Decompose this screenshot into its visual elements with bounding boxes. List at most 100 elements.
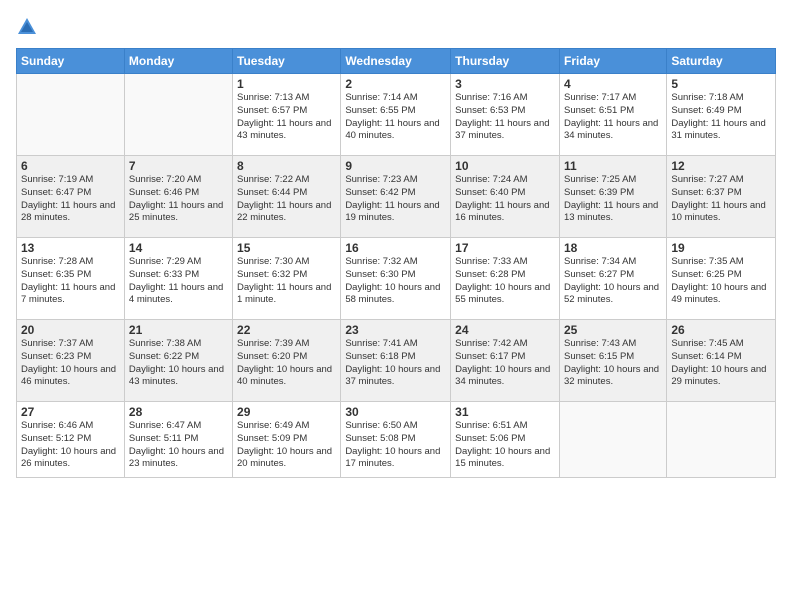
day-number: 28 [129, 405, 228, 419]
day-number: 20 [21, 323, 120, 337]
day-info: Sunrise: 7:35 AM Sunset: 6:25 PM Dayligh… [671, 256, 771, 307]
day-number: 31 [455, 405, 555, 419]
week-row-3: 13Sunrise: 7:28 AM Sunset: 6:35 PM Dayli… [17, 238, 776, 320]
day-info: Sunrise: 7:23 AM Sunset: 6:42 PM Dayligh… [345, 174, 446, 225]
day-number: 26 [671, 323, 771, 337]
day-number: 15 [237, 241, 336, 255]
day-info: Sunrise: 7:16 AM Sunset: 6:53 PM Dayligh… [455, 92, 555, 143]
day-number: 25 [564, 323, 662, 337]
calendar-cell: 1Sunrise: 7:13 AM Sunset: 6:57 PM Daylig… [233, 74, 341, 156]
day-number: 24 [455, 323, 555, 337]
calendar-cell [559, 402, 666, 478]
calendar-cell: 25Sunrise: 7:43 AM Sunset: 6:15 PM Dayli… [559, 320, 666, 402]
calendar-cell: 28Sunrise: 6:47 AM Sunset: 5:11 PM Dayli… [124, 402, 232, 478]
day-info: Sunrise: 7:34 AM Sunset: 6:27 PM Dayligh… [564, 256, 662, 307]
day-info: Sunrise: 7:45 AM Sunset: 6:14 PM Dayligh… [671, 338, 771, 389]
day-info: Sunrise: 7:33 AM Sunset: 6:28 PM Dayligh… [455, 256, 555, 307]
calendar-cell: 8Sunrise: 7:22 AM Sunset: 6:44 PM Daylig… [233, 156, 341, 238]
day-info: Sunrise: 7:22 AM Sunset: 6:44 PM Dayligh… [237, 174, 336, 225]
day-info: Sunrise: 7:27 AM Sunset: 6:37 PM Dayligh… [671, 174, 771, 225]
day-number: 19 [671, 241, 771, 255]
calendar-cell: 17Sunrise: 7:33 AM Sunset: 6:28 PM Dayli… [451, 238, 560, 320]
day-info: Sunrise: 7:29 AM Sunset: 6:33 PM Dayligh… [129, 256, 228, 307]
calendar-cell: 20Sunrise: 7:37 AM Sunset: 6:23 PM Dayli… [17, 320, 125, 402]
weekday-header-friday: Friday [559, 49, 666, 74]
calendar-cell: 4Sunrise: 7:17 AM Sunset: 6:51 PM Daylig… [559, 74, 666, 156]
day-info: Sunrise: 7:24 AM Sunset: 6:40 PM Dayligh… [455, 174, 555, 225]
calendar-cell: 11Sunrise: 7:25 AM Sunset: 6:39 PM Dayli… [559, 156, 666, 238]
day-number: 1 [237, 77, 336, 91]
day-number: 18 [564, 241, 662, 255]
calendar-cell [17, 74, 125, 156]
week-row-2: 6Sunrise: 7:19 AM Sunset: 6:47 PM Daylig… [17, 156, 776, 238]
day-number: 2 [345, 77, 446, 91]
day-info: Sunrise: 7:14 AM Sunset: 6:55 PM Dayligh… [345, 92, 446, 143]
week-row-4: 20Sunrise: 7:37 AM Sunset: 6:23 PM Dayli… [17, 320, 776, 402]
weekday-header-saturday: Saturday [667, 49, 776, 74]
day-info: Sunrise: 6:49 AM Sunset: 5:09 PM Dayligh… [237, 420, 336, 471]
day-info: Sunrise: 7:13 AM Sunset: 6:57 PM Dayligh… [237, 92, 336, 143]
page-header [16, 16, 776, 38]
calendar-cell: 21Sunrise: 7:38 AM Sunset: 6:22 PM Dayli… [124, 320, 232, 402]
weekday-header-sunday: Sunday [17, 49, 125, 74]
day-number: 3 [455, 77, 555, 91]
calendar-cell: 26Sunrise: 7:45 AM Sunset: 6:14 PM Dayli… [667, 320, 776, 402]
calendar-cell: 23Sunrise: 7:41 AM Sunset: 6:18 PM Dayli… [341, 320, 451, 402]
week-row-1: 1Sunrise: 7:13 AM Sunset: 6:57 PM Daylig… [17, 74, 776, 156]
day-info: Sunrise: 7:38 AM Sunset: 6:22 PM Dayligh… [129, 338, 228, 389]
calendar-cell: 10Sunrise: 7:24 AM Sunset: 6:40 PM Dayli… [451, 156, 560, 238]
day-number: 8 [237, 159, 336, 173]
day-number: 9 [345, 159, 446, 173]
day-number: 7 [129, 159, 228, 173]
day-number: 27 [21, 405, 120, 419]
day-info: Sunrise: 6:46 AM Sunset: 5:12 PM Dayligh… [21, 420, 120, 471]
calendar-cell: 24Sunrise: 7:42 AM Sunset: 6:17 PM Dayli… [451, 320, 560, 402]
calendar-cell: 30Sunrise: 6:50 AM Sunset: 5:08 PM Dayli… [341, 402, 451, 478]
day-number: 21 [129, 323, 228, 337]
calendar-cell: 14Sunrise: 7:29 AM Sunset: 6:33 PM Dayli… [124, 238, 232, 320]
calendar-cell [124, 74, 232, 156]
day-number: 29 [237, 405, 336, 419]
weekday-header-thursday: Thursday [451, 49, 560, 74]
day-info: Sunrise: 7:30 AM Sunset: 6:32 PM Dayligh… [237, 256, 336, 307]
day-number: 13 [21, 241, 120, 255]
weekday-header-wednesday: Wednesday [341, 49, 451, 74]
day-number: 23 [345, 323, 446, 337]
day-info: Sunrise: 7:37 AM Sunset: 6:23 PM Dayligh… [21, 338, 120, 389]
day-number: 17 [455, 241, 555, 255]
logo-icon [16, 16, 38, 38]
day-info: Sunrise: 7:20 AM Sunset: 6:46 PM Dayligh… [129, 174, 228, 225]
day-info: Sunrise: 6:50 AM Sunset: 5:08 PM Dayligh… [345, 420, 446, 471]
day-info: Sunrise: 7:19 AM Sunset: 6:47 PM Dayligh… [21, 174, 120, 225]
day-info: Sunrise: 7:41 AM Sunset: 6:18 PM Dayligh… [345, 338, 446, 389]
calendar-cell: 5Sunrise: 7:18 AM Sunset: 6:49 PM Daylig… [667, 74, 776, 156]
calendar-cell: 13Sunrise: 7:28 AM Sunset: 6:35 PM Dayli… [17, 238, 125, 320]
day-number: 6 [21, 159, 120, 173]
logo [16, 16, 42, 38]
calendar-cell: 16Sunrise: 7:32 AM Sunset: 6:30 PM Dayli… [341, 238, 451, 320]
calendar-table: SundayMondayTuesdayWednesdayThursdayFrid… [16, 48, 776, 478]
day-number: 16 [345, 241, 446, 255]
calendar-cell: 27Sunrise: 6:46 AM Sunset: 5:12 PM Dayli… [17, 402, 125, 478]
day-info: Sunrise: 7:42 AM Sunset: 6:17 PM Dayligh… [455, 338, 555, 389]
day-number: 12 [671, 159, 771, 173]
day-number: 14 [129, 241, 228, 255]
day-info: Sunrise: 7:39 AM Sunset: 6:20 PM Dayligh… [237, 338, 336, 389]
calendar-cell: 12Sunrise: 7:27 AM Sunset: 6:37 PM Dayli… [667, 156, 776, 238]
day-number: 30 [345, 405, 446, 419]
day-info: Sunrise: 6:47 AM Sunset: 5:11 PM Dayligh… [129, 420, 228, 471]
calendar-cell: 7Sunrise: 7:20 AM Sunset: 6:46 PM Daylig… [124, 156, 232, 238]
calendar-cell: 9Sunrise: 7:23 AM Sunset: 6:42 PM Daylig… [341, 156, 451, 238]
calendar-cell: 15Sunrise: 7:30 AM Sunset: 6:32 PM Dayli… [233, 238, 341, 320]
calendar-cell: 29Sunrise: 6:49 AM Sunset: 5:09 PM Dayli… [233, 402, 341, 478]
calendar-cell: 19Sunrise: 7:35 AM Sunset: 6:25 PM Dayli… [667, 238, 776, 320]
day-info: Sunrise: 6:51 AM Sunset: 5:06 PM Dayligh… [455, 420, 555, 471]
day-info: Sunrise: 7:25 AM Sunset: 6:39 PM Dayligh… [564, 174, 662, 225]
day-number: 5 [671, 77, 771, 91]
calendar-cell: 6Sunrise: 7:19 AM Sunset: 6:47 PM Daylig… [17, 156, 125, 238]
day-info: Sunrise: 7:43 AM Sunset: 6:15 PM Dayligh… [564, 338, 662, 389]
day-info: Sunrise: 7:17 AM Sunset: 6:51 PM Dayligh… [564, 92, 662, 143]
calendar-cell: 31Sunrise: 6:51 AM Sunset: 5:06 PM Dayli… [451, 402, 560, 478]
calendar-cell: 18Sunrise: 7:34 AM Sunset: 6:27 PM Dayli… [559, 238, 666, 320]
day-info: Sunrise: 7:28 AM Sunset: 6:35 PM Dayligh… [21, 256, 120, 307]
